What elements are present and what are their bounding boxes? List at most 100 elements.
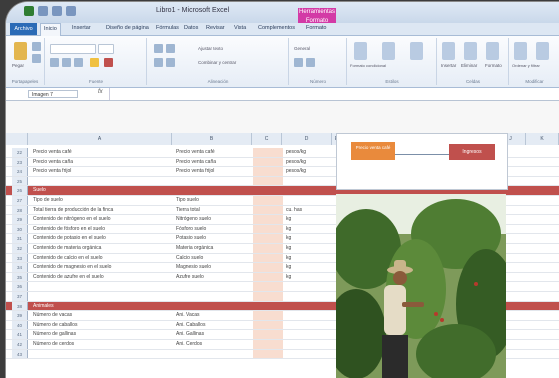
- sort-filter-icon[interactable]: [514, 42, 527, 60]
- font-name-select[interactable]: [50, 44, 96, 54]
- align-center-icon[interactable]: [166, 58, 175, 67]
- cell-description[interactable]: Suelo: [33, 187, 46, 193]
- cell-unit[interactable]: pesos/kg: [286, 149, 306, 155]
- cell-input[interactable]: [253, 215, 283, 224]
- delete-cells-icon[interactable]: [464, 42, 477, 60]
- currency-icon[interactable]: [294, 58, 303, 67]
- cell-unit[interactable]: kg: [286, 235, 291, 241]
- insert-cells-icon[interactable]: [442, 42, 455, 60]
- font-size-select[interactable]: [98, 44, 114, 54]
- row-number[interactable]: 31: [12, 234, 28, 243]
- copy-icon[interactable]: [32, 54, 41, 63]
- paste-button[interactable]: Pegar: [12, 63, 24, 68]
- cell-description[interactable]: Número de vacas: [33, 312, 72, 318]
- column-header-d[interactable]: D: [282, 133, 332, 145]
- row-number[interactable]: 28: [12, 205, 28, 215]
- row-number[interactable]: 39: [12, 311, 28, 320]
- conditional-format-icon[interactable]: [354, 42, 367, 60]
- row-number[interactable]: 40: [12, 320, 28, 330]
- row-number[interactable]: 30: [12, 224, 28, 234]
- cell-input[interactable]: [253, 167, 283, 176]
- diagram-node-left[interactable]: Precio venta café: [351, 142, 395, 160]
- conditional-format-button[interactable]: Formato condicional: [350, 63, 386, 68]
- tab-page-layout[interactable]: Diseño de página: [106, 25, 149, 31]
- row-number[interactable]: 29: [12, 215, 28, 224]
- fill-color-icon[interactable]: [90, 58, 99, 67]
- row-number[interactable]: 26: [12, 186, 28, 195]
- percent-icon[interactable]: [306, 58, 315, 67]
- paste-icon[interactable]: [14, 42, 27, 60]
- cell-description[interactable]: Contenido de calcio en el suelo: [33, 255, 103, 261]
- align-middle-icon[interactable]: [166, 44, 175, 53]
- cell-description[interactable]: Contenido de materia orgánica: [33, 245, 101, 251]
- cell-variable[interactable]: Ani. Gallinas: [176, 331, 204, 337]
- cell-input[interactable]: [253, 272, 283, 282]
- cell-variable[interactable]: Azufre suelo: [176, 274, 204, 280]
- cell-input[interactable]: [253, 205, 283, 215]
- column-header-a[interactable]: A: [28, 133, 172, 145]
- cell-unit[interactable]: kg: [286, 264, 291, 270]
- cell-input[interactable]: [253, 311, 283, 320]
- select-all-corner[interactable]: [12, 133, 28, 145]
- cell-input[interactable]: [253, 320, 283, 330]
- sort-button[interactable]: Ordenar y filtrar: [512, 63, 540, 68]
- cell-description[interactable]: Contenido de azufre en el suelo: [33, 274, 104, 280]
- cell-input[interactable]: [253, 253, 283, 263]
- italic-icon[interactable]: [62, 58, 71, 67]
- format-button[interactable]: Formato: [485, 63, 502, 68]
- fx-icon[interactable]: fx: [98, 89, 103, 95]
- merge-center-button[interactable]: Combinar y centrar: [198, 60, 236, 65]
- cell-description[interactable]: Total tierra de producción de la finca: [33, 207, 113, 213]
- cell-input[interactable]: [253, 234, 283, 243]
- row-number[interactable]: 23: [12, 157, 28, 167]
- row-number[interactable]: 25: [12, 176, 28, 186]
- format-table-icon[interactable]: [382, 42, 395, 60]
- cell-unit[interactable]: kg: [286, 226, 291, 232]
- cell-description[interactable]: Contenido de nitrógeno en el suelo: [33, 216, 111, 222]
- cell-description[interactable]: Precio venta frijol: [33, 168, 71, 174]
- tab-data[interactable]: Datos: [184, 25, 198, 31]
- cut-icon[interactable]: [32, 42, 41, 51]
- cell-input[interactable]: [253, 263, 283, 272]
- row-number[interactable]: 37: [12, 292, 28, 301]
- row-number[interactable]: 41: [12, 330, 28, 339]
- cell-description[interactable]: Contenido de fósforo en el suelo: [33, 226, 105, 232]
- row-number[interactable]: 22: [12, 148, 28, 157]
- cell-description[interactable]: Tipo de suelo: [33, 197, 63, 203]
- cell-variable[interactable]: Ani. Caballos: [176, 322, 205, 328]
- cell-variable[interactable]: Precio venta caña: [176, 159, 216, 165]
- cell-description[interactable]: Precio venta café: [33, 149, 72, 155]
- cell-variable[interactable]: Fósforo suelo: [176, 226, 206, 232]
- number-format-select[interactable]: General: [294, 46, 310, 51]
- column-header-c[interactable]: C: [252, 133, 282, 145]
- cell-input[interactable]: [253, 196, 283, 205]
- cell-description[interactable]: Animales: [33, 303, 54, 309]
- insert-button[interactable]: Insertar: [441, 63, 456, 68]
- cell-unit[interactable]: pesos/kg: [286, 159, 306, 165]
- cell-variable[interactable]: Calcio suelo: [176, 255, 203, 261]
- cell-variable[interactable]: Tipo suelo: [176, 197, 199, 203]
- cell-input[interactable]: [253, 340, 283, 349]
- underline-icon[interactable]: [74, 58, 83, 67]
- cell-description[interactable]: Número de gallinas: [33, 331, 76, 337]
- tab-view[interactable]: Vista: [234, 25, 246, 31]
- cell-unit[interactable]: pesos/kg: [286, 168, 306, 174]
- row-number[interactable]: 43: [12, 349, 28, 359]
- bold-icon[interactable]: [50, 58, 59, 67]
- tab-format[interactable]: Formato: [306, 25, 326, 31]
- row-number[interactable]: 38: [12, 301, 28, 311]
- cell-unit[interactable]: kg: [286, 216, 291, 222]
- cell-styles-icon[interactable]: [410, 42, 423, 60]
- row-number[interactable]: 34: [12, 263, 28, 272]
- row-number[interactable]: 24: [12, 167, 28, 176]
- cell-variable[interactable]: Nitrógeno suelo: [176, 216, 211, 222]
- format-cells-icon[interactable]: [486, 42, 499, 60]
- formula-area[interactable]: [6, 101, 559, 133]
- undo-icon[interactable]: [52, 6, 62, 16]
- diagram-shape[interactable]: Precio venta café Ingresos: [336, 133, 508, 190]
- cell-input[interactable]: [253, 176, 283, 186]
- cell-input[interactable]: [253, 224, 283, 234]
- row-number[interactable]: 27: [12, 196, 28, 205]
- find-select-icon[interactable]: [536, 42, 549, 60]
- cell-description[interactable]: Precio venta caña: [33, 159, 73, 165]
